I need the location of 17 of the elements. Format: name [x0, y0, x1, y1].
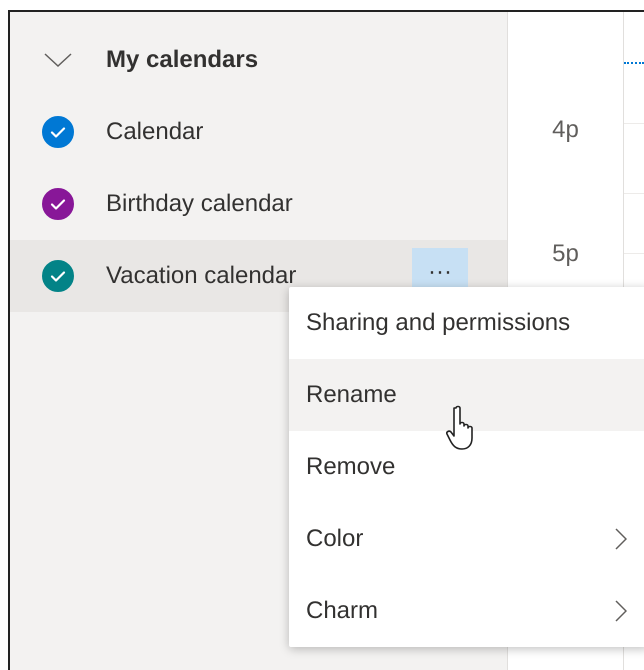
menu-item[interactable]: Remove: [289, 431, 644, 503]
calendar-name: Birthday calendar: [106, 189, 294, 219]
menu-item[interactable]: Rename: [289, 359, 644, 431]
checkmark-circle-icon[interactable]: [42, 260, 74, 292]
calendar-name: Calendar: [106, 117, 204, 147]
menu-item[interactable]: Color: [289, 503, 644, 575]
checkmark-circle-icon[interactable]: [42, 116, 74, 148]
menu-item[interactable]: Charm: [289, 575, 644, 647]
group-title: My calendars: [106, 45, 258, 75]
menu-item-label: Color: [306, 524, 364, 554]
chevron-icon: [43, 52, 73, 68]
time-label: 4p: [552, 115, 579, 145]
menu-item-label: Charm: [306, 596, 380, 626]
checkmark-circle-icon[interactable]: [42, 188, 74, 220]
menu-item-label: Rename: [306, 380, 398, 410]
time-label: 5p: [552, 239, 579, 269]
menu-item-label: Remove: [306, 452, 396, 482]
